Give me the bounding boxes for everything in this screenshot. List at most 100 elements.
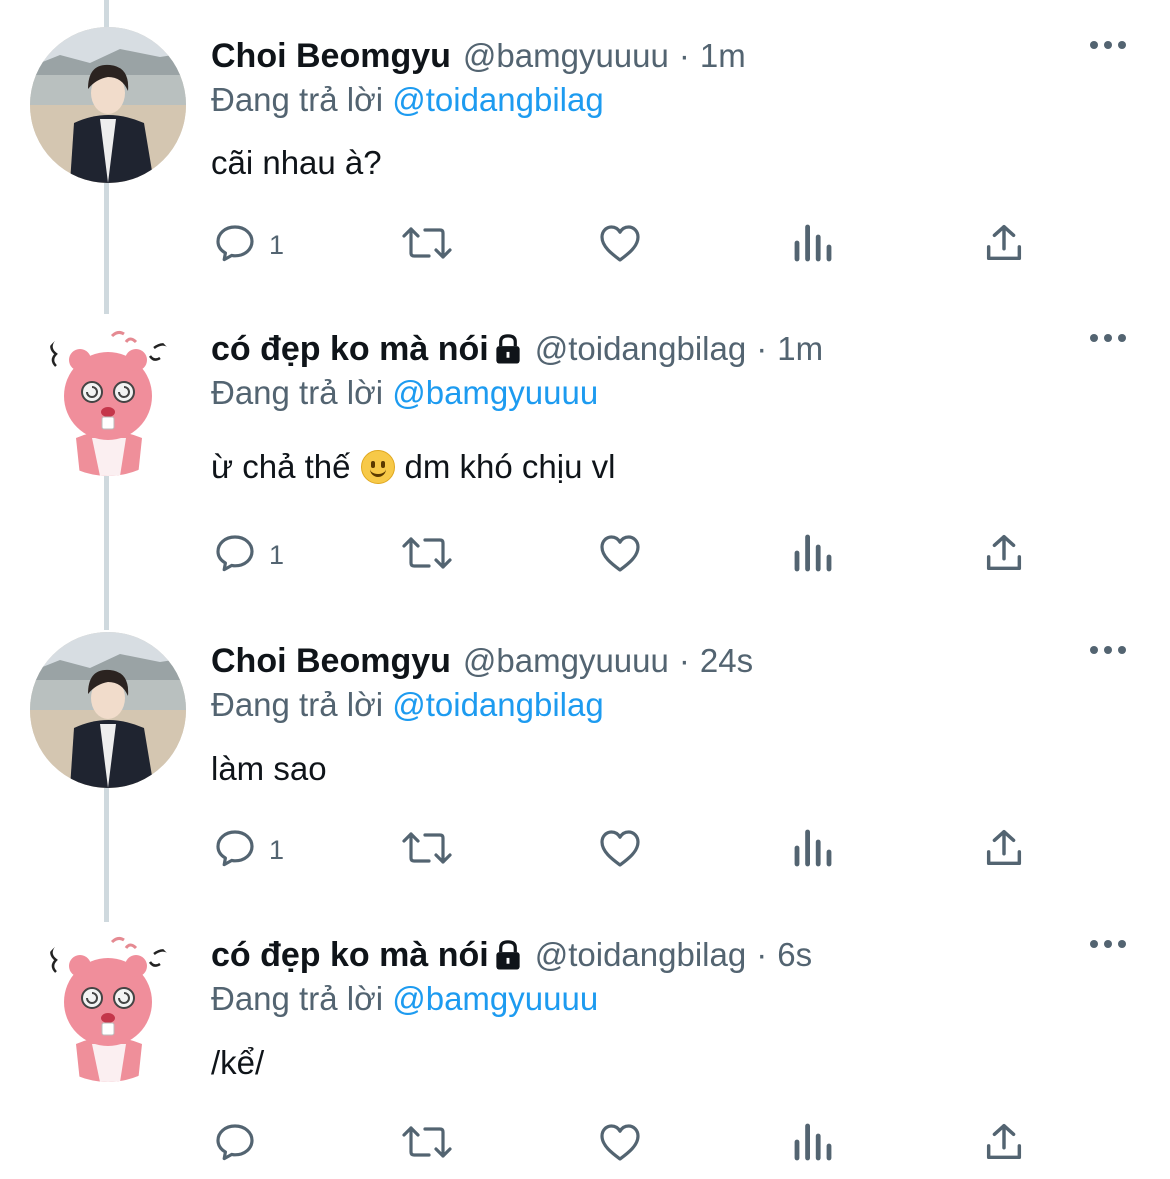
retweet-icon xyxy=(397,1118,457,1171)
tweet[interactable]: có đẹp ko mà nói @toidangbilag · 6s Đang… xyxy=(0,926,1170,1179)
display-name[interactable]: có đẹp ko mà nói xyxy=(211,936,489,975)
replying-to-label: Đang trả lời xyxy=(211,374,384,411)
like-button[interactable] xyxy=(595,1114,645,1174)
replying-to-label: Đang trả lời xyxy=(211,686,384,723)
lock-icon xyxy=(493,333,523,365)
views-button[interactable] xyxy=(791,1114,835,1174)
replying-to: Đang trả lời @toidangbilag xyxy=(211,686,604,724)
more-options-icon[interactable] xyxy=(1090,41,1126,49)
tweet[interactable]: Choi Beomgyu @bamgyuuuu · 1m Đang trả lờ… xyxy=(0,27,1170,307)
share-icon xyxy=(981,219,1027,272)
retweet-button[interactable] xyxy=(397,525,457,585)
share-button[interactable] xyxy=(981,820,1027,880)
views-icon xyxy=(791,529,835,582)
replying-to: Đang trả lời @toidangbilag xyxy=(211,81,604,119)
replying-to: Đang trả lời @bamgyuuuu xyxy=(211,980,598,1018)
avatar[interactable] xyxy=(30,926,186,1082)
timestamp[interactable]: 6s xyxy=(777,936,812,974)
tweet-text: làm sao xyxy=(211,750,327,787)
like-icon xyxy=(595,219,645,272)
tweet-actions xyxy=(211,1114,1071,1174)
tweet-text-part: dm khó chịu vl xyxy=(404,448,616,485)
pink-beaver-avatar xyxy=(30,320,186,476)
separator-dot: · xyxy=(678,37,690,74)
share-icon xyxy=(981,824,1027,877)
tweet[interactable]: Choi Beomgyu @bamgyuuuu · 24s Đang trả l… xyxy=(0,632,1170,912)
like-icon xyxy=(595,529,645,582)
user-handle[interactable]: @bamgyuuuu xyxy=(463,642,669,680)
share-button[interactable] xyxy=(981,215,1027,275)
slightly-smiling-face-icon xyxy=(360,450,395,484)
views-icon xyxy=(791,824,835,877)
mention-link[interactable]: @toidangbilag xyxy=(392,686,604,723)
retweet-icon xyxy=(397,529,457,582)
more-options-icon[interactable] xyxy=(1090,940,1126,948)
share-icon xyxy=(981,1118,1027,1171)
more-options-icon[interactable] xyxy=(1090,334,1126,342)
tweet-actions: 1 xyxy=(211,525,1071,585)
user-handle[interactable]: @bamgyuuuu xyxy=(463,37,669,75)
tweet-text: ừ chả thế dm khó chịu vl xyxy=(211,448,615,486)
retweet-button[interactable] xyxy=(397,215,457,275)
tweet-actions: 1 xyxy=(211,215,1071,275)
retweet-icon xyxy=(397,219,457,272)
thread-line xyxy=(104,0,109,28)
like-icon xyxy=(595,1118,645,1171)
reply-button[interactable]: 1 xyxy=(211,215,284,275)
share-button[interactable] xyxy=(981,525,1027,585)
retweet-button[interactable] xyxy=(397,820,457,880)
replying-to-label: Đang trả lời xyxy=(211,81,384,118)
reply-icon xyxy=(211,529,259,582)
like-button[interactable] xyxy=(595,215,645,275)
avatar[interactable] xyxy=(30,320,186,476)
timestamp[interactable]: 1m xyxy=(777,330,823,368)
reply-icon xyxy=(211,1118,259,1171)
views-icon xyxy=(791,1118,835,1171)
reply-count: 1 xyxy=(269,834,285,865)
views-button[interactable] xyxy=(791,820,835,880)
reply-icon xyxy=(211,219,259,272)
like-button[interactable] xyxy=(595,525,645,585)
reply-button[interactable] xyxy=(211,1114,269,1174)
reply-icon xyxy=(211,824,259,877)
reply-count: 1 xyxy=(269,229,285,260)
reply-button[interactable]: 1 xyxy=(211,820,284,880)
boy-photo-avatar xyxy=(30,632,186,788)
avatar[interactable] xyxy=(30,27,186,183)
mention-link[interactable]: @bamgyuuuu xyxy=(392,374,598,411)
tweet-text-part: ừ chả thế xyxy=(211,448,351,485)
reply-count: 1 xyxy=(269,539,285,570)
lock-icon xyxy=(493,939,523,971)
share-button[interactable] xyxy=(981,1114,1027,1174)
like-button[interactable] xyxy=(595,820,645,880)
tweet[interactable]: có đẹp ko mà nói @toidangbilag · 1m Đang… xyxy=(0,320,1170,600)
mention-link[interactable]: @bamgyuuuu xyxy=(392,980,598,1017)
like-icon xyxy=(595,824,645,877)
retweet-icon xyxy=(397,824,457,877)
display-name[interactable]: Choi Beomgyu xyxy=(211,642,451,681)
tweet-text: cãi nhau à? xyxy=(211,144,382,181)
tweet-text: /kể/ xyxy=(211,1044,265,1081)
views-button[interactable] xyxy=(791,525,835,585)
user-handle[interactable]: @toidangbilag xyxy=(535,330,747,368)
boy-photo-avatar xyxy=(30,27,186,183)
pink-beaver-avatar xyxy=(30,926,186,1082)
reply-button[interactable]: 1 xyxy=(211,525,284,585)
separator-dot: · xyxy=(756,330,768,367)
replying-to: Đang trả lời @bamgyuuuu xyxy=(211,374,598,412)
display-name[interactable]: Choi Beomgyu xyxy=(211,37,451,76)
retweet-button[interactable] xyxy=(397,1114,457,1174)
separator-dot: · xyxy=(756,936,768,973)
avatar[interactable] xyxy=(30,632,186,788)
mention-link[interactable]: @toidangbilag xyxy=(392,81,604,118)
user-handle[interactable]: @toidangbilag xyxy=(535,936,747,974)
timestamp[interactable]: 1m xyxy=(700,37,746,75)
separator-dot: · xyxy=(678,642,690,679)
more-options-icon[interactable] xyxy=(1090,646,1126,654)
share-icon xyxy=(981,529,1027,582)
display-name[interactable]: có đẹp ko mà nói xyxy=(211,330,489,369)
tweet-actions: 1 xyxy=(211,820,1071,880)
views-icon xyxy=(791,219,835,272)
timestamp[interactable]: 24s xyxy=(700,642,753,680)
views-button[interactable] xyxy=(791,215,835,275)
